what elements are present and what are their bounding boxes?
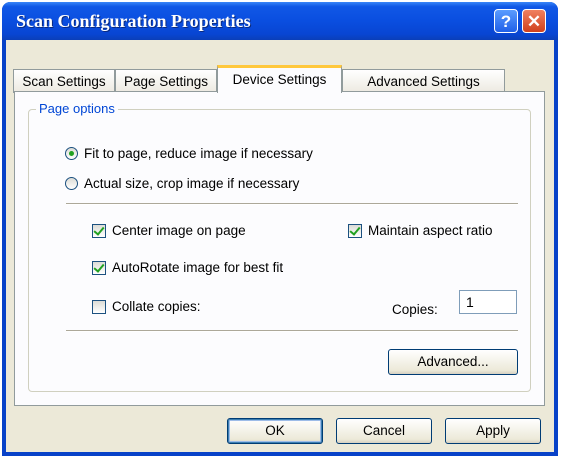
radio-button[interactable]: [65, 177, 78, 190]
checkbox[interactable]: [92, 223, 106, 238]
fit-to-page-label: Fit to page, reduce image if necessary: [84, 146, 313, 161]
copies-input[interactable]: [459, 290, 517, 314]
page-options-legend: Page options: [36, 101, 118, 116]
check-icon: [349, 223, 361, 236]
checkbox[interactable]: [348, 223, 362, 238]
separator: [66, 203, 518, 205]
separator: [66, 330, 518, 332]
collate-copies-checkbox[interactable]: Collate copies:: [92, 299, 201, 314]
cancel-button[interactable]: Cancel: [336, 418, 432, 444]
dialog-window: Scan Configuration Properties ? ✕ Scan S…: [2, 2, 558, 456]
tab-page-settings[interactable]: Page Settings: [115, 69, 217, 93]
check-icon: [93, 223, 105, 236]
tab-scan-settings[interactable]: Scan Settings: [13, 69, 115, 93]
maintain-aspect-checkbox[interactable]: Maintain aspect ratio: [348, 223, 493, 238]
checkbox[interactable]: [92, 299, 106, 314]
advanced-button[interactable]: Advanced...: [388, 349, 518, 375]
center-image-label: Center image on page: [112, 223, 246, 238]
copies-label: Copies:: [392, 302, 438, 317]
tab-device-settings[interactable]: Device Settings: [217, 65, 342, 93]
window-title: Scan Configuration Properties: [16, 11, 251, 31]
collate-copies-label: Collate copies:: [112, 299, 201, 314]
apply-button[interactable]: Apply: [445, 418, 541, 444]
ok-button[interactable]: OK: [227, 418, 323, 444]
checkbox[interactable]: [92, 260, 106, 275]
autorotate-checkbox[interactable]: AutoRotate image for best fit: [92, 260, 283, 275]
check-icon: [93, 260, 105, 273]
dialog-client-area: Scan Settings Page Settings Device Setti…: [6, 40, 554, 452]
actual-size-radio[interactable]: Actual size, crop image if necessary: [65, 176, 299, 191]
autorotate-label: AutoRotate image for best fit: [112, 260, 284, 275]
fit-to-page-radio[interactable]: Fit to page, reduce image if necessary: [65, 146, 313, 161]
close-button[interactable]: ✕: [522, 9, 546, 33]
actual-size-label: Actual size, crop image if necessary: [84, 176, 300, 191]
tab-advanced-settings[interactable]: Advanced Settings: [342, 69, 505, 93]
radio-selected-dot: [69, 151, 74, 156]
maintain-aspect-label: Maintain aspect ratio: [368, 223, 493, 238]
radio-button[interactable]: [65, 147, 78, 160]
title-bar[interactable]: Scan Configuration Properties ? ✕: [2, 2, 558, 40]
center-image-checkbox[interactable]: Center image on page: [92, 223, 246, 238]
help-button[interactable]: ?: [494, 9, 518, 33]
